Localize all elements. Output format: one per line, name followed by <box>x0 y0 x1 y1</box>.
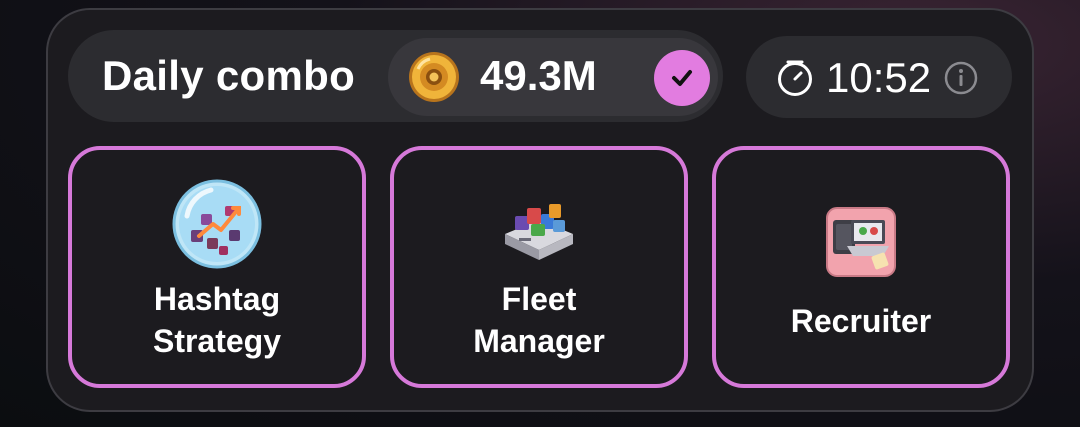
combo-card-hashtag-strategy[interactable]: Hashtag Strategy <box>68 146 366 388</box>
coin-icon <box>409 52 459 102</box>
hashtag-strategy-icon <box>172 179 262 269</box>
combo-card-fleet-manager[interactable]: Fleet Manager <box>390 146 688 388</box>
card-label: Recruiter <box>790 303 932 339</box>
combo-card-recruiter[interactable]: Recruiter <box>712 146 1010 388</box>
clock-icon <box>778 60 812 96</box>
fleet-manager-icon <box>505 204 573 260</box>
info-icon[interactable] <box>944 61 978 95</box>
recruiter-icon <box>826 207 896 277</box>
card-label: Hashtag Strategy <box>152 281 282 359</box>
daily-combo-title: Daily combo <box>102 52 356 99</box>
checkmark-icon <box>654 50 710 106</box>
reward-value: 49.3M <box>480 52 597 99</box>
card-label: Fleet Manager <box>473 281 605 359</box>
timer-countdown: 10:52 <box>826 54 932 101</box>
